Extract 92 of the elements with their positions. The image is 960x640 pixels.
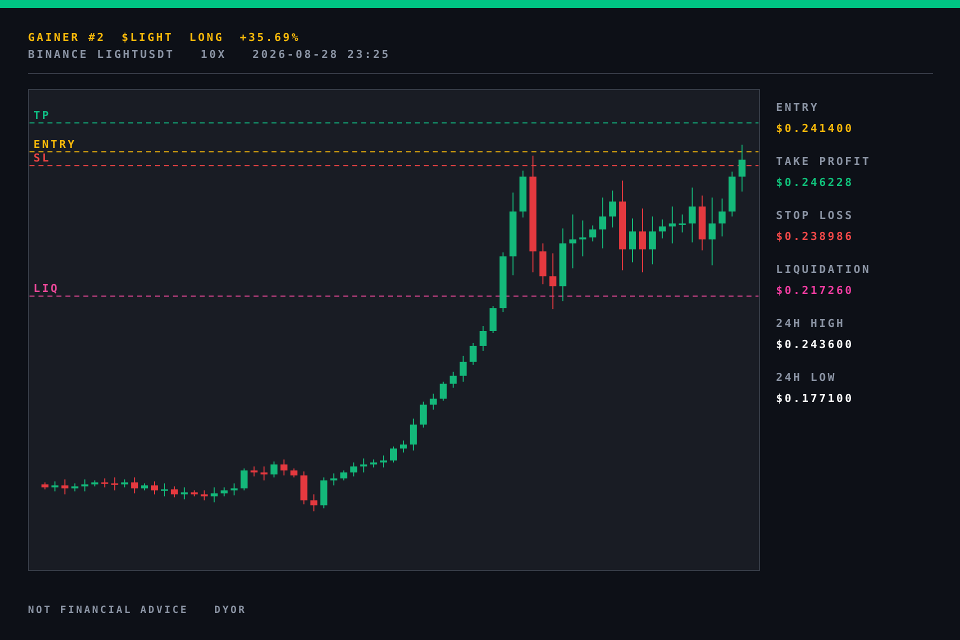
stat-value: $0.238986 (776, 230, 855, 243)
candlestick (320, 476, 328, 509)
candlestick (131, 476, 138, 494)
candlestick (708, 197, 716, 266)
candlestick (519, 170, 526, 218)
candlestick (500, 252, 507, 313)
candlestick (410, 418, 417, 451)
header-title-text: +35.69% (240, 31, 300, 46)
candlestick (151, 480, 158, 495)
candlestick (290, 468, 298, 478)
stat-label: STOP LOSS (776, 209, 855, 222)
candlestick (549, 252, 556, 310)
candlestick (200, 490, 208, 501)
header-info-text: BINANCE LIGHTUSDT (28, 48, 175, 63)
candlestick (330, 472, 338, 486)
disclaimer-text: DYOR (214, 605, 247, 616)
candlestick (569, 214, 576, 269)
candlestick (480, 326, 487, 352)
level-label: TP (34, 108, 51, 122)
candlestick (688, 187, 696, 243)
header-title-text: GAINER #2 (28, 31, 106, 46)
candlestick (599, 197, 606, 249)
candlestick (91, 480, 98, 487)
candlestick (71, 482, 78, 492)
candlestick (648, 216, 656, 265)
stat-label: TAKE PROFIT (776, 155, 871, 168)
candlestick (380, 454, 388, 468)
stat-label: 24H LOW (776, 371, 838, 384)
header-info-text: 10X (200, 48, 226, 63)
candlestick (579, 220, 586, 257)
candlestick (420, 401, 427, 428)
candlestick (220, 486, 228, 497)
candlestick (51, 480, 58, 492)
stat-value: $0.177100 (776, 392, 855, 405)
stat-label: ENTRY (776, 101, 820, 114)
candlestick (539, 242, 546, 285)
candlestick (450, 371, 457, 388)
candlestick (111, 476, 118, 491)
candlestick (350, 462, 358, 477)
candlestick (490, 306, 497, 334)
candlestick (470, 342, 477, 366)
level-label: ENTRY (34, 138, 76, 151)
candlestick (121, 478, 128, 488)
header-title-text: LONG (189, 31, 224, 46)
candlestick (230, 482, 238, 496)
candlestick (629, 218, 636, 263)
candlestick (250, 466, 258, 477)
candlestick (270, 460, 278, 478)
candlestick (160, 482, 168, 497)
candlestick (41, 482, 48, 490)
candlestick (360, 458, 368, 473)
candlestick (390, 446, 397, 463)
header-title-text: $LIGHT (122, 31, 174, 46)
level-label: LIQ (34, 282, 60, 296)
candlestick (698, 195, 706, 251)
candlestick (170, 486, 178, 498)
candlestick (658, 218, 666, 239)
level-label: SL (34, 152, 51, 165)
stat-label: 24H HIGH (776, 317, 846, 330)
candlestick (61, 478, 68, 495)
disclaimer-text: NOT FINANCIAL ADVICE (28, 605, 188, 616)
candlestick (310, 494, 318, 512)
stat-value: $0.243600 (776, 338, 855, 351)
candlestick (180, 486, 188, 500)
candlestick (718, 198, 726, 237)
candlestick (101, 478, 108, 488)
candlestick (340, 470, 348, 481)
header-info-text: 2026-08-28 23:25 (252, 48, 390, 63)
candlestick (400, 440, 407, 453)
stat-value: $0.246228 (776, 176, 855, 189)
candlestick (440, 381, 447, 402)
candlestick (668, 206, 676, 244)
candlestick (460, 355, 467, 382)
candlestick (430, 393, 437, 410)
candlestick (300, 470, 308, 505)
candlestick (589, 224, 596, 242)
candlestick (609, 190, 616, 228)
candlestick (280, 458, 288, 476)
candlestick (728, 171, 736, 217)
candlestick (240, 468, 248, 491)
candlestick (738, 144, 746, 192)
candlestick (260, 466, 268, 481)
candlestick (190, 490, 198, 497)
candlestick (210, 486, 218, 503)
candlestick (638, 208, 646, 273)
stat-value: $0.217260 (776, 284, 855, 297)
candlestick (81, 478, 88, 492)
candlestick (141, 482, 148, 491)
candlestick (678, 214, 686, 233)
candlestick (370, 458, 378, 468)
stat-label: LIQUIDATION (776, 263, 871, 276)
stat-value: $0.241400 (776, 122, 855, 135)
